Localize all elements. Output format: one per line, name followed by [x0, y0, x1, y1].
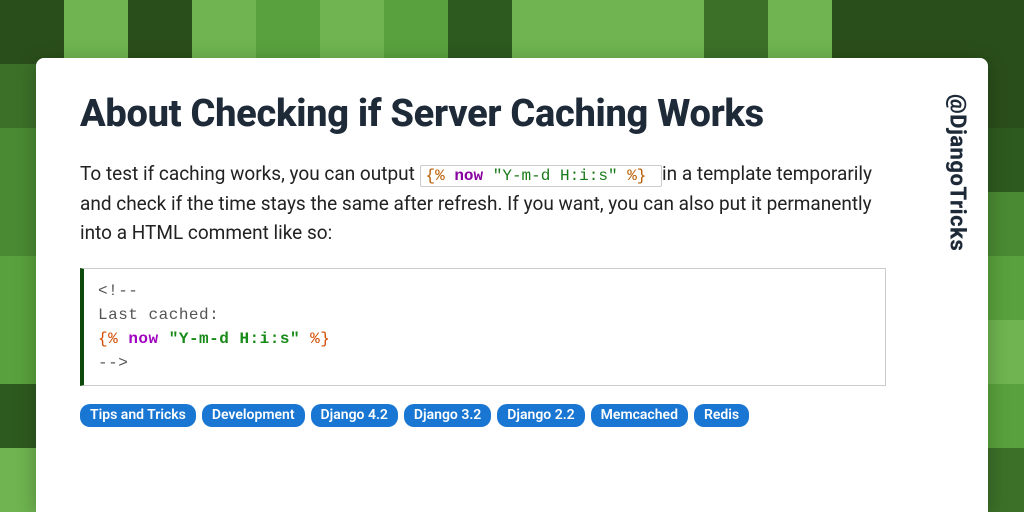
code-tag-open: {%: [98, 330, 118, 348]
inline-code-keyword: now: [454, 167, 483, 185]
tag[interactable]: Memcached: [591, 404, 688, 428]
tag[interactable]: Development: [202, 404, 305, 428]
content-card: About Checking if Server Caching Works T…: [36, 58, 988, 512]
body-paragraph: To test if caching works, you can output…: [80, 159, 886, 248]
tag[interactable]: Django 3.2: [404, 404, 491, 428]
page-title: About Checking if Server Caching Works: [80, 92, 886, 137]
inline-code-open: {%: [426, 167, 445, 185]
code-line-4: -->: [98, 354, 128, 372]
code-tag-string: "Y-m-d H:i:s": [169, 330, 300, 348]
handle: @DjangoTricks: [945, 94, 970, 251]
tag[interactable]: Django 4.2: [311, 404, 398, 428]
main-column: About Checking if Server Caching Works T…: [36, 58, 926, 512]
code-line-1: <!--: [98, 282, 138, 300]
code-tag-keyword: now: [128, 330, 158, 348]
tag-list: Tips and TricksDevelopmentDjango 4.2Djan…: [80, 404, 886, 428]
inline-code-close: %}: [627, 167, 646, 185]
side-column: @DjangoTricks: [926, 58, 988, 512]
body-pre: To test if caching works, you can output: [80, 162, 420, 185]
code-block: <!-- Last cached: {% now "Y-m-d H:i:s" %…: [80, 268, 886, 386]
code-tag-close: %}: [310, 330, 330, 348]
inline-code: {% now "Y-m-d H:i:s" %}: [420, 165, 662, 187]
code-line-2: Last cached:: [98, 306, 219, 324]
tag[interactable]: Redis: [694, 404, 749, 428]
tag[interactable]: Tips and Tricks: [80, 404, 196, 428]
inline-code-string: "Y-m-d H:i:s": [493, 167, 618, 185]
tag[interactable]: Django 2.2: [497, 404, 584, 428]
